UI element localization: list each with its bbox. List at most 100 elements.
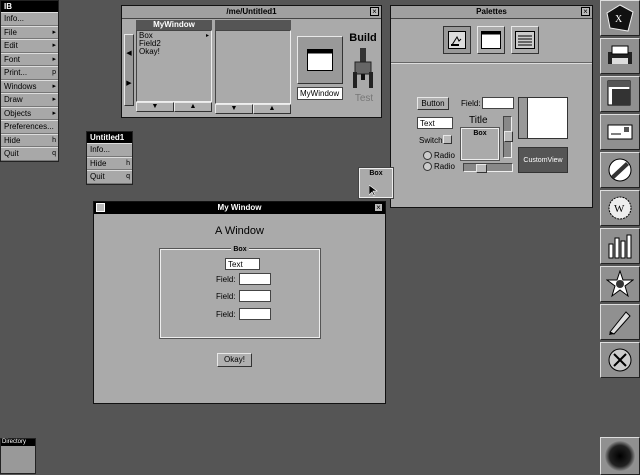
slider-knob[interactable]	[476, 164, 487, 173]
close-icon[interactable]: ×	[374, 203, 383, 212]
field-input-2[interactable]	[239, 290, 271, 302]
scroll-down-icon[interactable]: ▼	[215, 104, 253, 114]
edit-icon[interactable]	[600, 304, 640, 340]
submenu-arrow-icon: ▸	[52, 82, 56, 90]
submenu-arrow-icon: ▸	[205, 33, 209, 39]
browser-item[interactable]: Box ▸	[139, 32, 209, 40]
close-icon[interactable]: ×	[370, 7, 379, 16]
customview-template[interactable]: CustomView	[518, 147, 568, 173]
menu-item-info[interactable]: Info...	[87, 143, 132, 157]
submenu-arrow-icon: ▸	[52, 96, 56, 103]
menu-item-preferences[interactable]: Preferences...	[1, 120, 58, 134]
field-label: Field:	[216, 310, 236, 319]
title-template[interactable]: Title	[469, 115, 488, 126]
browser-header: MyWindow	[136, 20, 212, 30]
window-heading: A Window	[215, 225, 264, 237]
horizontal-slider[interactable]	[463, 163, 513, 173]
text-field[interactable]: Text	[225, 258, 260, 270]
menu-item-label: Draw	[4, 95, 23, 104]
webster-icon[interactable]: W	[600, 190, 640, 226]
submenu-arrow-icon: ▸	[52, 42, 56, 49]
window-titlebar[interactable]: My Window ×	[94, 202, 385, 214]
window-titlebar[interactable]: Palettes ×	[391, 6, 592, 19]
printer-icon[interactable]	[600, 38, 640, 74]
scroll-down-icon[interactable]: ▼	[136, 102, 174, 112]
tools-palette-button[interactable]	[443, 26, 471, 54]
scroll-left-icon[interactable]: ◀	[125, 49, 133, 57]
close-icon[interactable]: ×	[581, 7, 590, 16]
okay-button[interactable]: Okay!	[217, 353, 252, 367]
field-template[interactable]	[482, 97, 514, 109]
window-title: Palettes	[476, 7, 507, 16]
document-menu: Untitled1 Info... Hide h Quit q	[86, 131, 133, 185]
recycler-icon[interactable]	[600, 342, 640, 378]
field-label: Field:	[216, 275, 236, 284]
switch-checkbox[interactable]	[443, 135, 452, 144]
directory-miniwindow[interactable]: Directory	[0, 438, 36, 474]
menu-item-file[interactable]: File ▸	[1, 25, 58, 39]
scroll-up-icon[interactable]: ▲	[253, 104, 291, 114]
browser-column: ▼ ▲	[215, 20, 291, 114]
browser-scroller[interactable]: ◀ ▶	[124, 34, 134, 106]
field-input-3[interactable]	[239, 308, 271, 320]
test-label[interactable]: Test	[348, 93, 380, 104]
chart-icon[interactable]	[600, 228, 640, 264]
menu-item-windows[interactable]: Windows ▸	[1, 79, 58, 93]
menu-item-edit[interactable]: Edit ▸	[1, 39, 58, 53]
menu-item-label: File	[4, 27, 17, 37]
miniaturize-icon[interactable]	[96, 203, 105, 212]
menu-item-font[interactable]: Font ▸	[1, 52, 58, 66]
black-hole-icon[interactable]	[600, 437, 640, 475]
browser-view-icon	[515, 31, 535, 49]
menu-item-label: Info...	[90, 145, 111, 154]
scroll-up-icon[interactable]: ▲	[174, 102, 212, 112]
window-icon	[481, 31, 501, 49]
my-window: My Window × A Window Box Text Field: Fie…	[93, 201, 386, 404]
menu-item-quit[interactable]: Quit q	[1, 147, 58, 161]
menu-item-objects[interactable]: Objects ▸	[1, 106, 58, 120]
slider-knob[interactable]	[504, 131, 513, 142]
instance-name-label[interactable]: MyWindow	[297, 87, 343, 100]
menu-item-print[interactable]: Print... p	[1, 66, 58, 80]
box-template[interactable]: Box	[460, 127, 500, 161]
interface-builder-icon[interactable]	[600, 266, 640, 302]
views-palette-button[interactable]	[511, 26, 539, 54]
radio-label: Radio	[434, 162, 455, 171]
window-instance-icon[interactable]	[297, 36, 343, 84]
submenu-arrow-icon: ▸	[52, 55, 56, 63]
menu-item-label: Hide	[4, 135, 21, 145]
menu-item-quit[interactable]: Quit q	[87, 170, 132, 184]
scroll-right-icon[interactable]: ▶	[125, 79, 133, 87]
palettes-window: Palettes × Button Field: Text Title Box …	[390, 5, 593, 208]
box-label: Box	[231, 246, 249, 253]
menu-item-key: q	[52, 150, 56, 157]
button-template[interactable]: Button	[417, 97, 449, 110]
draw-icon[interactable]	[600, 152, 640, 188]
menu-item-label: Quit	[90, 172, 105, 181]
window-title: My Window	[217, 203, 262, 212]
menu-title: IB	[1, 1, 58, 12]
window-title: /me/Untitled1	[226, 7, 277, 16]
text-template[interactable]: Text	[417, 117, 453, 129]
nextstep-icon[interactable]: X	[600, 0, 640, 36]
menu-item-key: h	[126, 159, 130, 167]
preferences-icon[interactable]	[600, 76, 640, 112]
scrollview-template[interactable]	[518, 97, 568, 139]
menu-item-hide[interactable]: Hide h	[87, 156, 132, 170]
menu-item-info[interactable]: Info...	[1, 12, 58, 26]
windows-palette-button[interactable]	[477, 26, 505, 54]
vertical-slider[interactable]	[503, 116, 513, 158]
build-switch-icon[interactable]	[352, 46, 374, 90]
menu-item-key: q	[126, 173, 130, 180]
window-titlebar[interactable]: /me/Untitled1 ×	[122, 6, 381, 19]
field-input-1[interactable]	[239, 273, 271, 285]
radio-template[interactable]: Radio	[423, 151, 455, 160]
radio-icon	[423, 151, 432, 160]
radio-template[interactable]: Radio	[423, 162, 455, 171]
switch-label: Switch	[419, 136, 443, 145]
browser-item[interactable]: Okay!	[139, 48, 209, 56]
menu-item-draw[interactable]: Draw ▸	[1, 93, 58, 107]
field-label: Field:	[216, 292, 236, 301]
menu-item-hide[interactable]: Hide h	[1, 133, 58, 147]
mail-icon[interactable]	[600, 114, 640, 150]
